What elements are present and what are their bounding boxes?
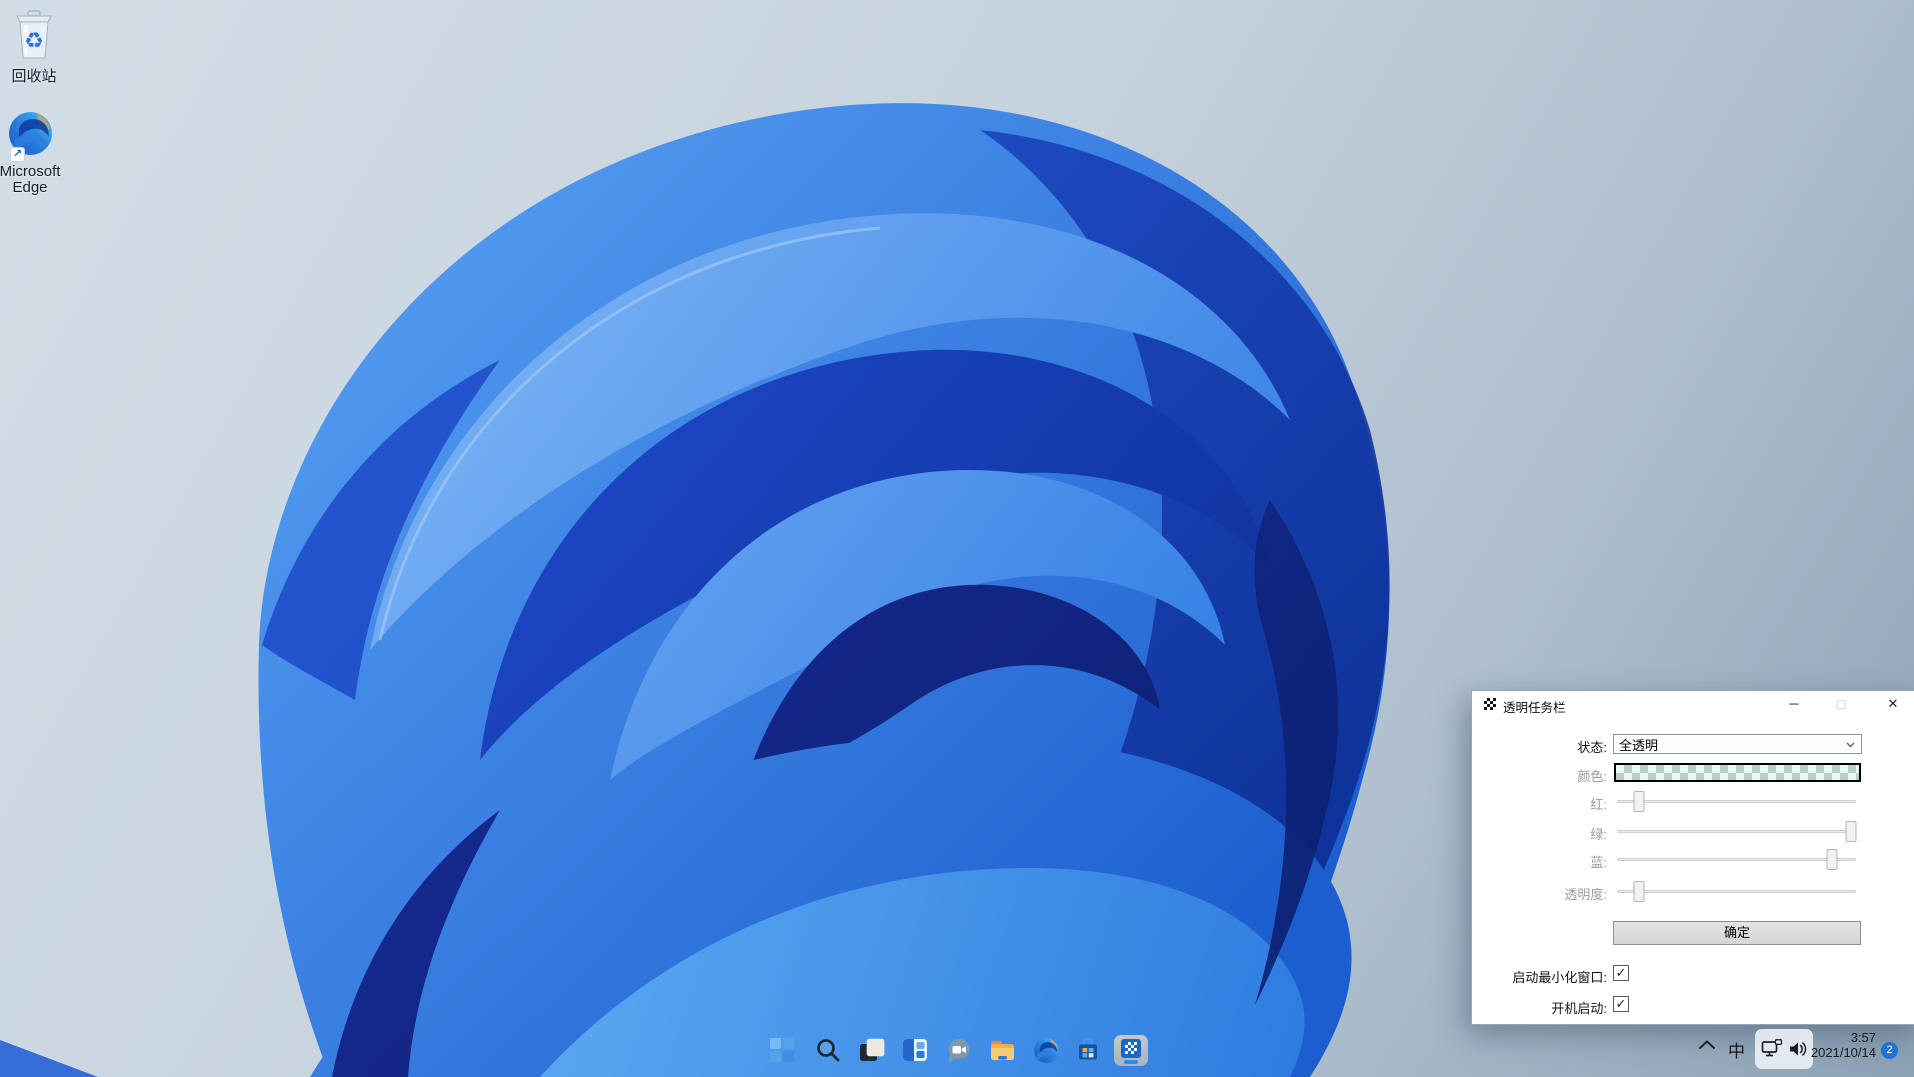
edge-taskbar-icon: [1033, 1037, 1060, 1064]
widgets-icon: [902, 1038, 928, 1062]
edge-button[interactable]: [1026, 1030, 1066, 1070]
blue-label: 蓝:: [1472, 852, 1607, 871]
search-icon: [815, 1037, 841, 1063]
maximize-button[interactable]: □: [1826, 691, 1856, 717]
dialog-titlebar[interactable]: 透明任务栏 ─ □ ✕: [1472, 691, 1914, 717]
color-swatch[interactable]: [1614, 763, 1861, 782]
start-button[interactable]: [762, 1030, 802, 1070]
transparent-taskbar-app-button[interactable]: [1111, 1030, 1151, 1070]
opacity-slider-track[interactable]: [1617, 890, 1856, 893]
red-slider-thumb[interactable]: [1633, 791, 1644, 812]
run-at-boot-checkbox[interactable]: ✓: [1613, 996, 1629, 1012]
red-label: 红:: [1472, 794, 1607, 813]
start-icon: [769, 1037, 795, 1063]
dialog-title: 透明任务栏: [1503, 697, 1566, 716]
green-slider[interactable]: [1617, 821, 1856, 842]
chevron-down-icon: [1846, 742, 1855, 748]
start-minimized-label: 启动最小化窗口:: [1472, 967, 1607, 986]
recycle-bin-desktop-icon[interactable]: ♻ 回收站: [0, 8, 76, 85]
clock[interactable]: 3:57 2021/10/14: [1790, 1030, 1876, 1060]
search-button[interactable]: [808, 1030, 848, 1070]
recycle-glyph: ♻: [24, 28, 44, 53]
transparent-taskbar-dialog: 透明任务栏 ─ □ ✕ 状态: 全透明 颜色: 红: 绿: 蓝:: [1471, 690, 1914, 1025]
green-slider-track[interactable]: [1617, 830, 1856, 833]
run-at-boot-label: 开机启动:: [1472, 998, 1607, 1017]
blue-slider-thumb[interactable]: [1827, 849, 1838, 870]
network-icon: [1761, 1039, 1783, 1059]
chat-button[interactable]: [938, 1030, 978, 1070]
ok-button[interactable]: 确定: [1613, 921, 1861, 945]
green-label: 绿:: [1472, 824, 1607, 843]
blue-slider[interactable]: [1617, 849, 1856, 870]
red-slider[interactable]: [1617, 791, 1856, 812]
app-checker-icon: [1484, 698, 1496, 710]
desktop: ♻ 回收站 ↗ Microsoft Edge 透明任务栏 ─ □: [0, 0, 1914, 1077]
file-explorer-button[interactable]: [982, 1030, 1022, 1070]
shortcut-arrow-icon: ↗: [10, 147, 25, 162]
store-button[interactable]: [1068, 1030, 1108, 1070]
hidden-icons-chevron[interactable]: [1698, 1039, 1716, 1051]
opacity-slider[interactable]: [1617, 881, 1856, 902]
task-view-button[interactable]: [852, 1030, 892, 1070]
taskbar: 中 3:57 2021/10/14 2: [0, 1023, 1914, 1077]
tray-time: 3:57: [1790, 1030, 1876, 1045]
start-minimized-checkbox[interactable]: ✓: [1613, 965, 1629, 981]
ime-indicator[interactable]: 中: [1728, 1037, 1745, 1062]
opacity-slider-thumb[interactable]: [1633, 881, 1644, 902]
store-icon: [1075, 1037, 1101, 1063]
status-label: 状态:: [1472, 737, 1607, 756]
transparent-taskbar-app-icon: [1114, 1035, 1148, 1066]
file-explorer-icon: [989, 1038, 1016, 1062]
edge-shortcut-label: Microsoft Edge: [0, 164, 72, 196]
green-slider-thumb[interactable]: [1846, 821, 1857, 842]
widgets-button[interactable]: [895, 1030, 935, 1070]
tray-date: 2021/10/14: [1790, 1045, 1876, 1060]
chat-icon: [945, 1037, 972, 1064]
red-slider-track[interactable]: [1617, 800, 1856, 803]
blue-slider-track[interactable]: [1617, 858, 1856, 861]
edge-desktop-shortcut[interactable]: ↗ Microsoft Edge: [0, 110, 72, 196]
recycle-bin-icon: ♻: [11, 8, 57, 62]
minimize-button[interactable]: ─: [1779, 691, 1809, 717]
close-button[interactable]: ✕: [1878, 691, 1908, 717]
opacity-label: 透明度:: [1472, 884, 1607, 903]
status-dropdown[interactable]: 全透明: [1613, 734, 1862, 754]
notification-badge[interactable]: 2: [1881, 1042, 1898, 1059]
task-view-icon: [858, 1037, 886, 1063]
color-label: 颜色:: [1472, 766, 1607, 785]
recycle-bin-label: 回收站: [0, 69, 76, 85]
status-value: 全透明: [1619, 735, 1658, 754]
